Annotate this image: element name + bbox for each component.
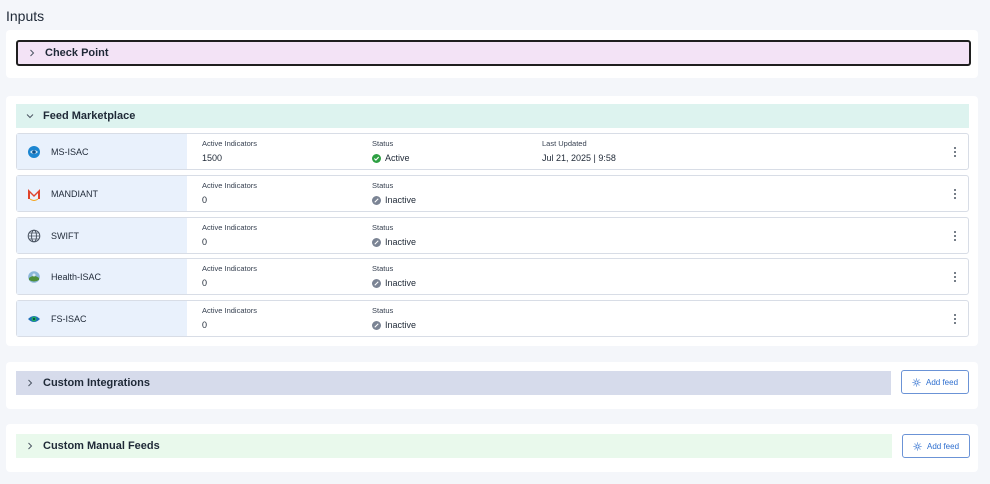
- active-indicators-label: Active Indicators: [202, 139, 258, 148]
- chevron-right-icon: [26, 47, 38, 59]
- status-value: Inactive: [385, 237, 417, 247]
- last-updated-label: Last Updated: [542, 139, 587, 148]
- status-label: Status: [372, 181, 394, 190]
- inactive-icon: [372, 278, 381, 288]
- feed-row-swift[interactable]: SWIFT Active Indicators 0 Status Inactiv…: [16, 217, 969, 254]
- fs-isac-logo: [27, 312, 41, 326]
- custom-integrations-section-title: Custom Integrations: [43, 377, 150, 389]
- custom-integrations-card: Custom Integrations Add feed: [6, 362, 978, 409]
- add-feed-label: Add feed: [925, 377, 959, 387]
- feed-row-ms-isac[interactable]: MS-ISAC Active Indicators 1500 Status Ac…: [16, 133, 969, 170]
- checkpoint-section-title: Check Point: [45, 47, 109, 59]
- status-value: Inactive: [385, 320, 417, 330]
- feed-marketplace-section-header[interactable]: Feed Marketplace: [16, 104, 969, 128]
- status-label: Status: [372, 306, 394, 315]
- inactive-icon: [372, 237, 381, 247]
- health-isac-logo: [27, 270, 41, 284]
- last-updated-value: Jul 21, 2025 | 9:58: [542, 153, 616, 163]
- feed-name: MANDIANT: [51, 188, 98, 199]
- custom-manual-feeds-section-header[interactable]: Custom Manual Feeds: [16, 434, 892, 458]
- more-options-icon[interactable]: [954, 314, 958, 324]
- chevron-right-icon: [24, 440, 36, 452]
- more-options-icon[interactable]: [954, 231, 958, 241]
- sun-icon: [912, 377, 921, 387]
- status-value: Active: [385, 153, 410, 163]
- more-options-icon[interactable]: [954, 272, 958, 282]
- active-indicators-label: Active Indicators: [202, 223, 258, 232]
- active-indicators-value: 1500: [202, 153, 223, 163]
- feed-name: MS-ISAC: [51, 146, 89, 157]
- active-indicators-value: 0: [202, 237, 208, 247]
- status-label: Status: [372, 139, 394, 148]
- active-indicators-value: 0: [202, 195, 208, 205]
- feed-row-mandiant[interactable]: MANDIANT Active Indicators 0 Status Inac…: [16, 175, 969, 212]
- sun-icon: [913, 441, 922, 451]
- check-circle-icon: [372, 153, 381, 163]
- more-options-icon[interactable]: [954, 147, 958, 157]
- feed-marketplace-card: Feed Marketplace MS-ISAC Active Indicato…: [6, 96, 978, 346]
- custom-manual-feeds-card: Custom Manual Feeds Add feed: [6, 424, 978, 472]
- add-feed-button[interactable]: Add feed: [902, 434, 970, 458]
- feed-name: SWIFT: [51, 230, 79, 241]
- status-value: Inactive: [385, 278, 417, 288]
- status-label: Status: [372, 264, 394, 273]
- add-feed-label: Add feed: [926, 441, 960, 451]
- active-indicators-label: Active Indicators: [202, 264, 258, 273]
- active-indicators-label: Active Indicators: [202, 181, 258, 190]
- inactive-icon: [372, 195, 381, 205]
- feed-marketplace-section-title: Feed Marketplace: [43, 110, 136, 122]
- feed-name: Health-ISAC: [51, 271, 102, 282]
- status-value: Inactive: [385, 195, 417, 205]
- chevron-down-icon: [24, 110, 36, 122]
- active-indicators-label: Active Indicators: [202, 306, 258, 315]
- checkpoint-section-header[interactable]: Check Point: [16, 40, 971, 66]
- custom-integrations-section-header[interactable]: Custom Integrations: [16, 371, 891, 395]
- feed-row-health-isac[interactable]: Health-ISAC Active Indicators 0 Status I…: [16, 258, 969, 295]
- status-label: Status: [372, 223, 394, 232]
- feed-row-fs-isac[interactable]: FS-ISAC Active Indicators 0 Status Inact…: [16, 300, 969, 337]
- custom-manual-feeds-section-title: Custom Manual Feeds: [43, 440, 160, 452]
- add-feed-button[interactable]: Add feed: [901, 370, 969, 394]
- active-indicators-value: 0: [202, 278, 208, 288]
- active-indicators-value: 0: [202, 320, 208, 330]
- mandiant-logo: [27, 187, 41, 201]
- globe-icon: [27, 229, 41, 243]
- feed-name: FS-ISAC: [51, 313, 87, 324]
- page-title: Inputs: [6, 8, 45, 24]
- inactive-icon: [372, 320, 381, 330]
- more-options-icon[interactable]: [954, 189, 958, 199]
- ms-isac-logo: [27, 145, 41, 159]
- chevron-right-icon: [24, 377, 36, 389]
- checkpoint-card: Check Point: [6, 30, 978, 78]
